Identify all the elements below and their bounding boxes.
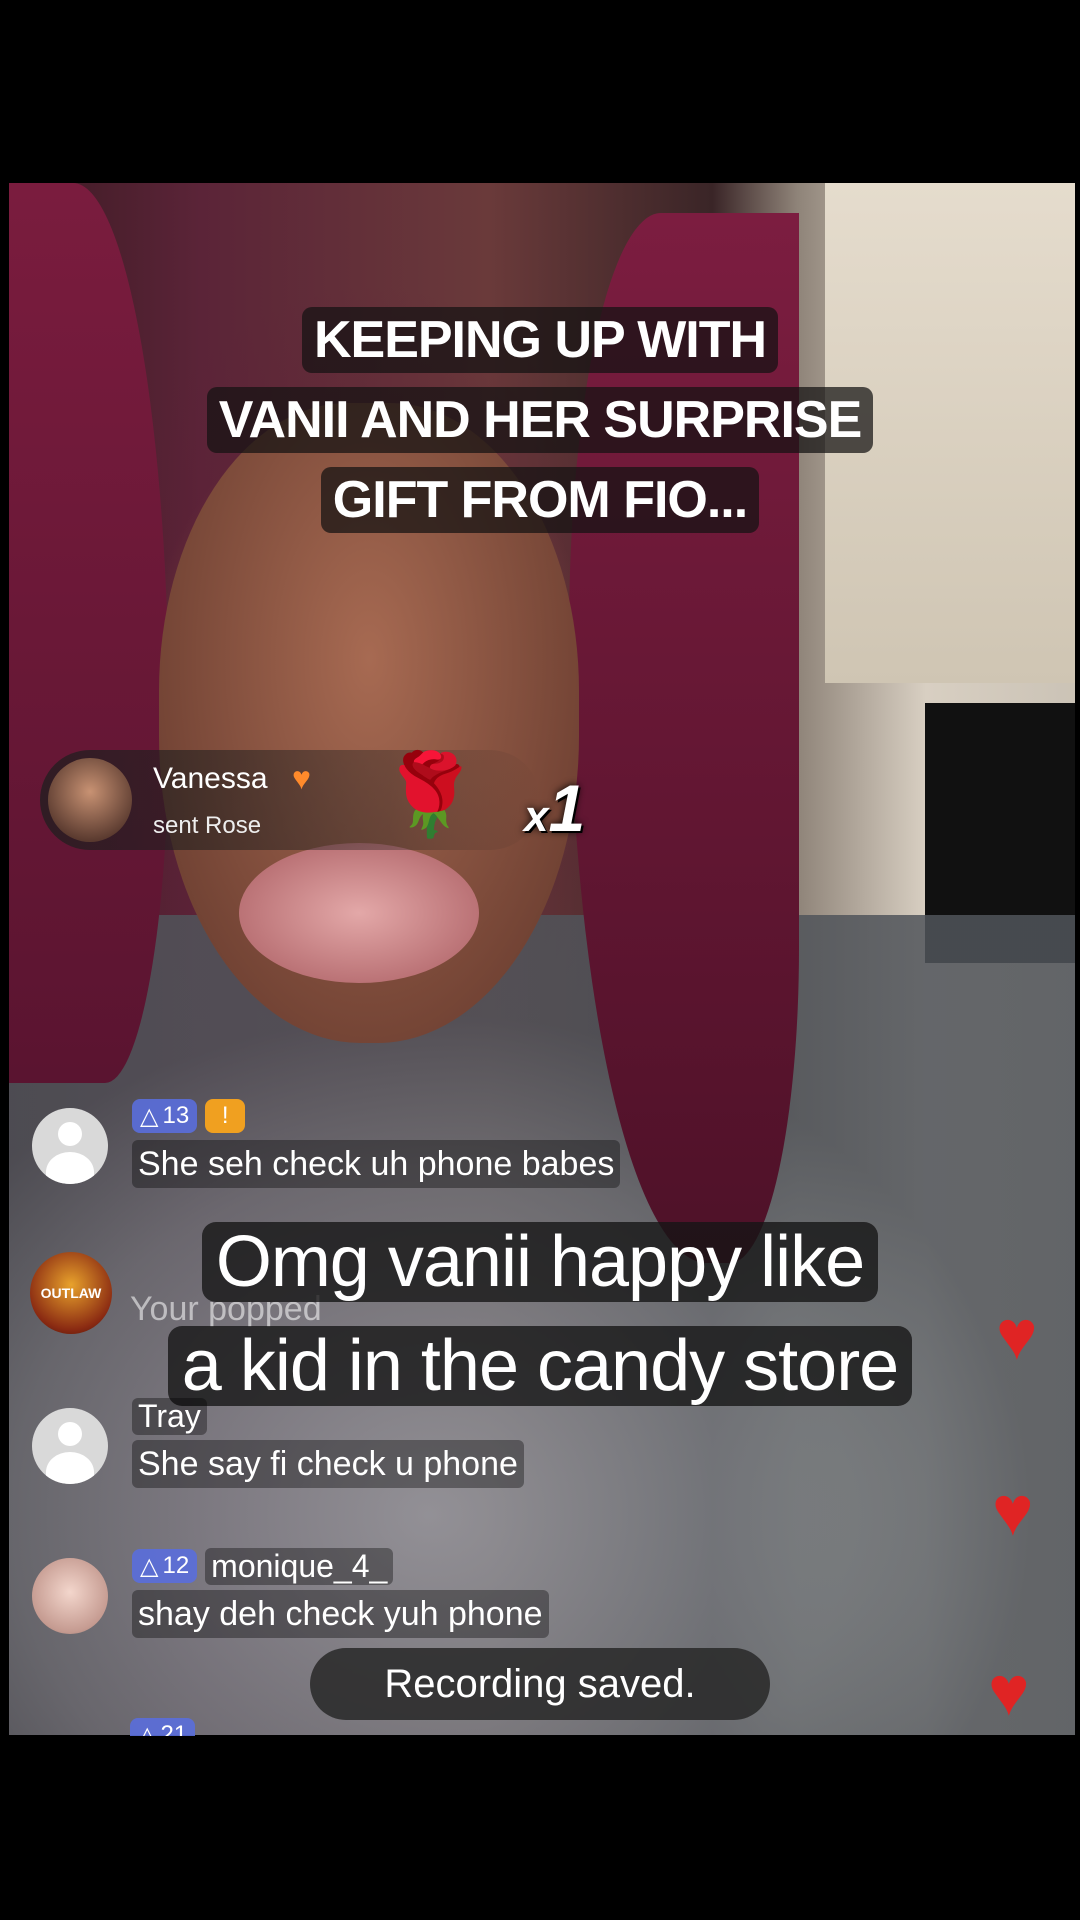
level-badge-icon: △ — [140, 1552, 159, 1580]
rose-gift-icon: 🌹 — [380, 750, 480, 839]
default-avatar-icon[interactable] — [32, 1108, 108, 1184]
comment-meta: △ 12 monique_4_ — [132, 1546, 394, 1586]
level-badge-icon: △ — [140, 1102, 159, 1130]
level-badge: △ 21 — [130, 1718, 196, 1737]
comment-text: shay deh check yuh phone — [132, 1590, 549, 1638]
gift-sender-name[interactable]: Vanessa — [153, 762, 268, 796]
default-avatar-icon[interactable] — [32, 1408, 108, 1484]
comment-meta: △ 13 ! — [132, 1096, 246, 1136]
gift-action-text: sent Rose — [153, 812, 262, 839]
level-badge: △ 13 — [132, 1099, 198, 1133]
video-title-caption: KEEPING UP WITH VANII AND HER SURPRISE G… — [0, 300, 1080, 540]
comment-text: She seh check uh phone babes — [132, 1140, 621, 1188]
orange-heart-icon: ♥ — [292, 760, 311, 796]
comment-username[interactable]: Tray — [132, 1397, 207, 1435]
title-line-1: KEEPING UP WITH — [301, 307, 779, 373]
level-badge: △ 12 — [132, 1549, 198, 1583]
level-number: 13 — [162, 1102, 190, 1129]
combo-number: 1 — [548, 771, 586, 845]
combo-x: x — [524, 792, 549, 841]
gift-sender-avatar[interactable] — [48, 758, 132, 842]
title-line-2: VANII AND HER SURPRISE — [206, 387, 874, 453]
level-number: 21 — [160, 1721, 188, 1736]
partial-comment: △ 21 — [130, 1718, 830, 1736]
mouth — [239, 843, 479, 983]
heart-icon: ♥ — [992, 1472, 1034, 1550]
overlay-caption: Omg vanii happy like a kid in the candy … — [0, 1210, 1080, 1418]
caption-line-2: a kid in the candy store — [167, 1326, 913, 1406]
heart-icon: ♥ — [988, 1652, 1030, 1730]
recording-saved-toast: Recording saved. — [310, 1648, 770, 1720]
heart-icon: ♥ — [996, 1296, 1038, 1374]
title-line-3: GIFT FROM FIO... — [320, 467, 760, 533]
level-number: 12 — [162, 1552, 190, 1579]
level-badge-icon: △ — [138, 1721, 157, 1737]
caption-line-1: Omg vanii happy like — [201, 1222, 879, 1302]
comment-text: She say fi check u phone — [132, 1440, 524, 1488]
comment-username[interactable]: monique_4_ — [205, 1547, 394, 1585]
fan-badge-icon: ! — [205, 1099, 246, 1133]
comment-meta: Tray — [132, 1396, 207, 1436]
gift-combo-count: x1 — [524, 770, 585, 846]
user-avatar[interactable] — [32, 1558, 108, 1634]
